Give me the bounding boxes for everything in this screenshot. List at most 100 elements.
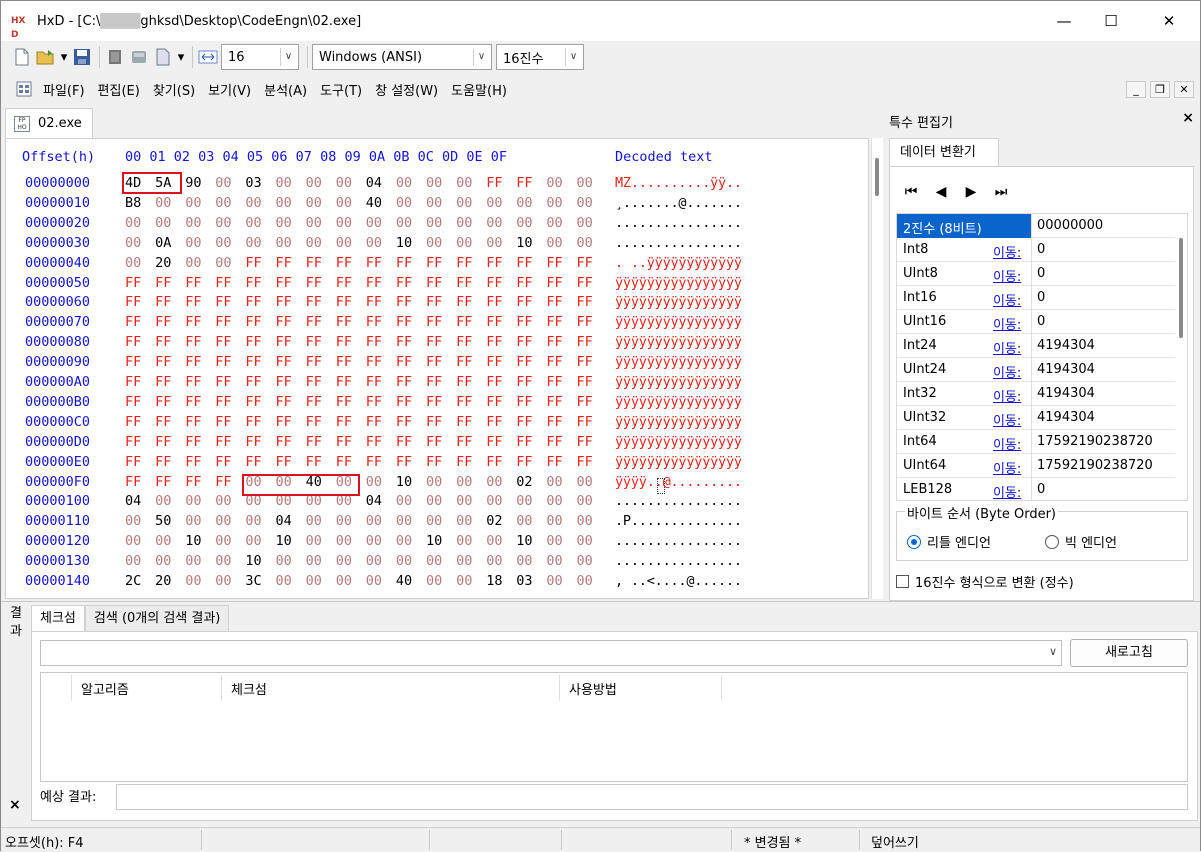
goto-link[interactable]: 이동:: [993, 458, 1021, 477]
hex-byte[interactable]: FF: [426, 394, 442, 410]
hex-byte[interactable]: FF: [516, 175, 532, 191]
hex-byte[interactable]: FF: [336, 434, 352, 450]
hex-byte[interactable]: 00: [426, 195, 442, 211]
hex-byte[interactable]: 00: [546, 553, 562, 569]
hex-byte[interactable]: 00: [396, 553, 412, 569]
hex-byte[interactable]: FF: [577, 414, 593, 430]
hex-byte[interactable]: FF: [185, 374, 201, 390]
hex-byte[interactable]: 00: [336, 235, 352, 251]
hex-byte[interactable]: 04: [276, 513, 292, 529]
hex-byte[interactable]: FF: [456, 374, 472, 390]
inspector-row[interactable]: Int64 이동: 17592190238720: [897, 430, 1175, 454]
hex-byte[interactable]: 00: [456, 513, 472, 529]
goto-link[interactable]: 이동:: [993, 434, 1021, 453]
hex-byte[interactable]: FF: [276, 255, 292, 271]
hex-byte[interactable]: FF: [245, 334, 261, 350]
algorithm-select[interactable]: ∨: [40, 640, 1062, 666]
disk-icon[interactable]: [128, 46, 150, 68]
hex-byte[interactable]: 00: [125, 553, 141, 569]
hex-byte[interactable]: FF: [245, 275, 261, 291]
hex-byte[interactable]: 00: [215, 533, 231, 549]
page-dropdown-icon[interactable]: ▾: [176, 46, 186, 68]
hex-byte[interactable]: FF: [456, 334, 472, 350]
hex-byte[interactable]: FF: [306, 334, 322, 350]
hex-byte[interactable]: FF: [155, 434, 171, 450]
decoded-text-cell[interactable]: ................: [615, 553, 742, 569]
hex-byte[interactable]: 00: [516, 553, 532, 569]
hex-byte[interactable]: 00: [456, 235, 472, 251]
hex-byte[interactable]: FF: [185, 334, 201, 350]
hex-byte[interactable]: FF: [155, 374, 171, 390]
menu-edit[interactable]: 편집(E): [98, 80, 140, 99]
decoded-text-cell[interactable]: , ..<....@......: [615, 573, 742, 589]
hex-byte[interactable]: 00: [155, 493, 171, 509]
hex-byte[interactable]: FF: [336, 314, 352, 330]
hex-byte[interactable]: FF: [396, 354, 412, 370]
hex-byte[interactable]: FF: [426, 255, 442, 271]
charset-select[interactable]: Windows (ANSI) ∨: [312, 44, 492, 70]
hex-byte[interactable]: FF: [486, 434, 502, 450]
hex-byte[interactable]: FF: [516, 275, 532, 291]
hex-byte[interactable]: FF: [276, 374, 292, 390]
hex-byte[interactable]: 00: [306, 195, 322, 211]
hex-byte[interactable]: FF: [516, 354, 532, 370]
inspector-row[interactable]: UInt64 이동: 17592190238720: [897, 454, 1175, 478]
inspector-row[interactable]: Int32 이동: 4194304: [897, 382, 1175, 406]
hex-byte[interactable]: FF: [577, 275, 593, 291]
hex-byte[interactable]: 00: [516, 493, 532, 509]
hex-byte[interactable]: 00: [546, 215, 562, 231]
hex-byte[interactable]: FF: [577, 294, 593, 310]
decoded-text-cell[interactable]: ................: [615, 533, 742, 549]
hex-byte[interactable]: FF: [336, 374, 352, 390]
hex-byte[interactable]: FF: [245, 434, 261, 450]
hex-byte[interactable]: FF: [215, 275, 231, 291]
hex-byte[interactable]: 00: [185, 195, 201, 211]
decoded-text-cell[interactable]: ................: [615, 235, 742, 251]
prev-icon[interactable]: ◀: [930, 181, 952, 203]
hex-byte[interactable]: FF: [366, 314, 382, 330]
hex-byte[interactable]: 00: [336, 533, 352, 549]
next-icon[interactable]: ▶: [960, 181, 982, 203]
hex-byte[interactable]: 00: [426, 215, 442, 231]
hex-byte[interactable]: FF: [155, 454, 171, 470]
hex-byte[interactable]: 02: [516, 474, 532, 490]
hex-byte[interactable]: 00: [577, 474, 593, 490]
hex-byte[interactable]: FF: [276, 414, 292, 430]
hex-byte[interactable]: FF: [456, 354, 472, 370]
hex-byte[interactable]: FF: [426, 275, 442, 291]
hex-byte[interactable]: FF: [125, 374, 141, 390]
hex-byte[interactable]: FF: [306, 414, 322, 430]
tab-02-exe[interactable]: FP HO 02.exe: [5, 108, 93, 138]
hex-byte[interactable]: FF: [366, 414, 382, 430]
hex-byte[interactable]: 00: [546, 195, 562, 211]
little-endian-radio[interactable]: 리틀 엔디언: [907, 532, 991, 551]
new-file-icon[interactable]: [11, 46, 33, 68]
hex-byte[interactable]: 00: [456, 493, 472, 509]
hex-byte[interactable]: FF: [486, 354, 502, 370]
hex-byte[interactable]: 00: [306, 215, 322, 231]
hex-byte[interactable]: 00: [336, 493, 352, 509]
hex-byte[interactable]: FF: [185, 434, 201, 450]
hex-byte[interactable]: FF: [546, 255, 562, 271]
inspector-row[interactable]: UInt32 이동: 4194304: [897, 406, 1175, 430]
mdi-restore-button[interactable]: ❐: [1150, 81, 1170, 98]
decoded-text-cell[interactable]: ................: [615, 493, 742, 509]
hex-byte[interactable]: 00: [185, 553, 201, 569]
hex-byte[interactable]: 00: [577, 553, 593, 569]
menu-view[interactable]: 보기(V): [208, 80, 251, 99]
hex-byte[interactable]: FF: [546, 354, 562, 370]
hex-byte[interactable]: FF: [396, 394, 412, 410]
tab-data-inspector[interactable]: 데이터 변환기: [889, 138, 999, 166]
hex-byte[interactable]: FF: [456, 434, 472, 450]
hex-byte[interactable]: FF: [456, 394, 472, 410]
hex-byte[interactable]: 00: [456, 474, 472, 490]
decoded-text-cell[interactable]: MZ..........ÿÿ..: [615, 175, 742, 191]
hex-byte[interactable]: FF: [306, 454, 322, 470]
hex-byte[interactable]: FF: [125, 354, 141, 370]
hex-byte[interactable]: 00: [185, 513, 201, 529]
hex-byte[interactable]: FF: [366, 294, 382, 310]
hex-byte[interactable]: 00: [125, 255, 141, 271]
hex-byte[interactable]: FF: [396, 275, 412, 291]
hex-byte[interactable]: 3C: [245, 573, 261, 589]
hex-byte[interactable]: FF: [215, 394, 231, 410]
